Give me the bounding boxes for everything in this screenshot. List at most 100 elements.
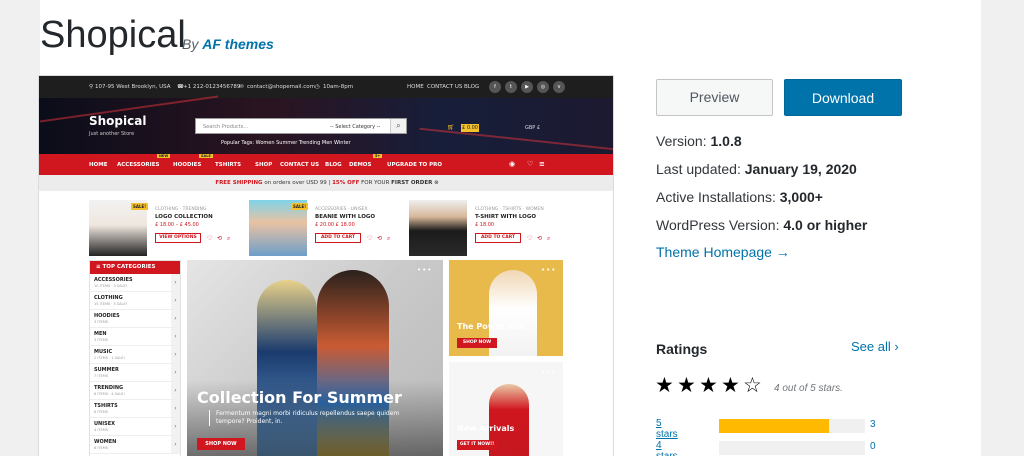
rating-row-label[interactable]: 4 stars: [656, 440, 678, 456]
product-card: CLOTHING · TSHIRTS · WOMEN T-SHIRT WITH …: [409, 200, 559, 256]
chevron-right-icon: ›: [171, 292, 180, 309]
heart-icon: ♡: [207, 235, 213, 242]
zoom-icon: ⌕: [547, 235, 551, 242]
author-prefix: By: [182, 36, 199, 52]
ship-first-order: FIRST ORDER: [391, 180, 433, 186]
rating-row-count: 3: [870, 419, 876, 430]
star-filled-icon: ★: [677, 374, 696, 397]
vk-icon: v: [553, 81, 565, 93]
chevron-right-icon: ›: [171, 310, 180, 327]
heart-icon: ♡: [527, 235, 533, 242]
chevron-right-icon: ›: [171, 274, 180, 291]
author-link[interactable]: AF themes: [202, 36, 274, 52]
meta-installs: Active Installations: 3,000+: [656, 189, 823, 205]
ratings-title: Ratings: [656, 341, 708, 357]
banner-title: The Power Suit: [457, 322, 526, 331]
meta-updated: Last updated: January 19, 2020: [656, 161, 857, 177]
screenshot-header: Shopical Just another Store Search Produ…: [39, 95, 613, 154]
map-pin-icon: ⚲: [89, 84, 94, 90]
categories-title: TOP CATEGORIES: [102, 264, 156, 270]
wp-label: WordPress Version:: [656, 217, 780, 233]
topbar-email: contact@shopemail.com: [247, 84, 315, 90]
instagram-icon: ◎: [537, 81, 549, 93]
nav-item: BLOG: [325, 162, 342, 168]
rating-row-count: 0: [870, 441, 876, 452]
product-price: £ 18.00 – £ 45.00: [155, 222, 199, 228]
facebook-icon: f: [489, 81, 501, 93]
screenshot-topbar: ⚲ 107-95 West Brooklyn, USA ☎ +1 212-012…: [39, 76, 613, 98]
ship-threshold: on orders over USD 99: [264, 180, 327, 186]
chevron-right-icon: ›: [171, 382, 180, 399]
product-name: BEANIE WITH LOGO: [315, 214, 376, 220]
topbar-phone: +1 212-0123456789: [183, 84, 241, 90]
shop-search: Search Products... -- Select Category --…: [195, 118, 407, 134]
close-icon: ⊗: [434, 180, 439, 186]
product-category: CLOTHING · TSHIRTS · WOMEN: [475, 207, 544, 212]
banner-button: GET IT NOW!!: [457, 440, 497, 450]
product-action: ADD TO CART: [315, 233, 361, 243]
more-icon: •••: [541, 266, 557, 274]
topbar-link-blog: BLOG: [464, 84, 480, 90]
nav-item: UPGRADE TO PRO: [387, 162, 443, 168]
product-category: ACCESSORIES · UNISEX: [315, 207, 368, 212]
preview-button[interactable]: Preview: [656, 79, 773, 116]
category-count: 8 ITEMS · 4 SALE!: [94, 392, 125, 396]
cart-icon: 🛒︎: [447, 124, 455, 131]
zoom-icon: ⌕: [227, 235, 231, 242]
updated-label: Last updated:: [656, 161, 741, 177]
product-name: T-SHIRT WITH LOGO: [475, 214, 537, 220]
topbar-hours: 10am-8pm: [323, 84, 354, 90]
screenshot-nav: HOME ACCESSORIES NEW HOODIES SALE TSHIRT…: [39, 154, 613, 175]
ship-free: FREE SHIPPING: [215, 180, 263, 186]
mail-icon: ✉: [239, 84, 244, 90]
category-row: MUSIC 2 ITEMS · 1 SALE! ›: [90, 346, 180, 364]
theme-author: By AF themes: [182, 36, 274, 52]
chevron-right-icon: ›: [171, 364, 180, 381]
product-name: LOGO COLLECTION: [155, 214, 213, 220]
zoom-icon: ⌕: [387, 235, 391, 242]
rating-row-label[interactable]: 5 stars: [656, 418, 678, 440]
nav-item: CONTACT US: [280, 162, 320, 168]
theme-homepage-link[interactable]: Theme Homepage →: [656, 244, 790, 260]
product-price: £ 18.00: [475, 222, 495, 228]
star-filled-icon: ★: [699, 374, 718, 397]
download-button[interactable]: Download: [784, 79, 902, 116]
topbar-link-contact: CONTACT US: [427, 84, 463, 90]
cart-price: £ 0.00: [461, 124, 479, 132]
nav-item: DEMOS: [349, 162, 372, 168]
nav-item: SHOP: [255, 162, 273, 168]
topbar-link-home: HOME: [407, 84, 424, 90]
category-name: TSHIRTS: [94, 403, 118, 409]
user-icon: ◉: [509, 160, 516, 168]
chevron-right-icon: ›: [171, 328, 180, 345]
category-name: MEN: [94, 331, 107, 337]
rating-bar: [719, 419, 865, 433]
star-filled-icon: ★: [721, 374, 740, 397]
product-action: ADD TO CART: [475, 233, 521, 243]
category-name: TRENDING: [94, 385, 124, 391]
installs-value: 3,000+: [779, 189, 823, 205]
ship-discount: 15% OFF: [332, 180, 360, 186]
youtube-icon: ▶: [521, 81, 533, 93]
product-action: VIEW OPTIONS: [155, 233, 201, 243]
category-count: 10 ITEMS · 3 SALE!: [94, 284, 128, 288]
hero-description: Fermentum magni morbi ridiculus repellen…: [209, 410, 429, 426]
theme-screenshot[interactable]: ⚲ 107-95 West Brooklyn, USA ☎ +1 212-012…: [38, 75, 614, 456]
topbar-address: 107-95 West Brooklyn, USA: [95, 84, 171, 90]
menu-icon: ≡: [539, 160, 545, 168]
search-icon: ⌕: [390, 119, 406, 133]
product-price: £ 20.00 £ 18.00: [315, 222, 355, 228]
category-count: 6 ITEMS: [94, 410, 108, 414]
more-icon: •••: [417, 266, 433, 274]
chevron-right-icon: ›: [171, 400, 180, 417]
category-row: ACCESSORIES 10 ITEMS · 3 SALE! ›: [90, 274, 180, 292]
nav-badge: NEW: [157, 154, 171, 158]
star-empty-icon: ☆: [743, 374, 762, 397]
category-name: UNISEX: [94, 421, 115, 427]
nav-badge: SALE: [199, 154, 213, 158]
heart-icon: ♡: [527, 160, 534, 168]
category-row: WOMEN 6 ITEMS ›: [90, 436, 180, 454]
category-count: 2 ITEMS · 1 SALE!: [94, 356, 125, 360]
see-all-link[interactable]: See all ›: [851, 339, 899, 354]
product-card: SALE! ACCESSORIES · UNISEX BEANIE WITH L…: [249, 200, 399, 256]
